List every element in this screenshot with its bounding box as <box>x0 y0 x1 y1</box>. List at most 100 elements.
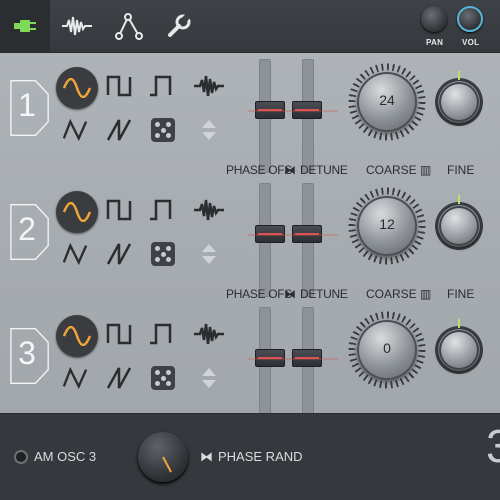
coarse-value: 0 <box>383 340 391 356</box>
square-wave-icon <box>106 199 132 221</box>
sine-wave-icon <box>62 78 92 98</box>
noise-wave-icon <box>194 323 224 345</box>
wave-random-button[interactable] <box>150 365 176 391</box>
up-down-arrows-icon <box>202 368 216 388</box>
pulse-wave-icon <box>150 199 172 221</box>
envelope-icon <box>115 13 143 40</box>
wave-triangle-button[interactable] <box>62 365 88 391</box>
wave-triangle-button[interactable] <box>62 241 88 267</box>
fine-tick <box>458 71 460 80</box>
phase-rand-label: PHASE RAND <box>218 449 303 464</box>
wave-square-button[interactable] <box>106 321 132 347</box>
coarse-label: COARSE <box>366 163 417 177</box>
oscillator-row: 1 24 <box>0 53 500 177</box>
detune-label: DETUNE <box>300 163 348 177</box>
synth-oscillator-panel: PAN VOL 1 24 2 12 3 0 PHASE OFS ⧓ DETUNE… <box>0 0 500 500</box>
saw-wave-icon <box>106 119 132 141</box>
center-line <box>248 234 338 236</box>
triangle-wave-icon <box>62 243 88 265</box>
triangle-wave-icon <box>62 367 88 389</box>
detune-label: DETUNE <box>300 287 348 301</box>
saw-wave-icon <box>106 367 132 389</box>
osc-number: 2 <box>18 211 36 247</box>
pulse-wave-icon <box>150 75 172 97</box>
center-line <box>248 358 338 360</box>
phase-offset-label: PHASE OFS <box>226 163 292 177</box>
center-line <box>248 110 338 112</box>
tab-envelope[interactable] <box>104 0 154 52</box>
pan-label: PAN <box>426 38 444 47</box>
wave-stepper[interactable] <box>196 241 222 267</box>
wave-saw-button[interactable] <box>106 241 132 267</box>
fine-tick <box>458 319 460 328</box>
wave-pulse-button[interactable] <box>148 197 174 223</box>
wave-noise-button[interactable] <box>192 197 226 223</box>
dice-icon <box>151 118 175 142</box>
link-icon: ⧓ <box>200 449 213 464</box>
phase-offset-label: PHASE OFS <box>226 287 292 301</box>
waveform-icon <box>62 16 92 36</box>
coarse-knob[interactable]: 0 <box>357 320 417 380</box>
pulse-wave-icon <box>150 323 172 345</box>
wave-random-button[interactable] <box>150 241 176 267</box>
saw-wave-icon <box>106 243 132 265</box>
tab-plugin[interactable] <box>0 0 50 52</box>
am-osc-label: AM OSC 3 <box>34 449 97 464</box>
up-down-arrows-icon <box>202 120 216 140</box>
osc-number: 3 <box>18 335 36 371</box>
wave-saw-button[interactable] <box>106 365 132 391</box>
wave-stepper[interactable] <box>196 117 222 143</box>
wave-noise-button[interactable] <box>192 73 226 99</box>
fine-knob[interactable] <box>439 206 479 246</box>
am-osc-radio[interactable] <box>14 450 28 464</box>
tab-waveform[interactable] <box>52 0 102 52</box>
volume-label: VOL <box>462 38 480 47</box>
fine-tick <box>458 195 460 204</box>
fine-knob[interactable] <box>439 82 479 122</box>
noise-wave-icon <box>194 199 224 221</box>
up-down-arrows-icon <box>202 244 216 264</box>
wave-noise-button[interactable] <box>192 321 226 347</box>
pan-knob[interactable] <box>421 6 447 32</box>
wave-sine-button[interactable] <box>56 191 98 233</box>
phase-rand-knob[interactable] <box>138 432 188 482</box>
oscillator-row: 2 12 <box>0 177 500 301</box>
dice-icon <box>151 242 175 266</box>
noise-wave-icon <box>194 75 224 97</box>
coarse-value: 24 <box>379 92 395 108</box>
sine-wave-icon <box>62 326 92 346</box>
square-wave-icon <box>106 323 132 345</box>
fine-label: FINE <box>447 163 475 177</box>
link-icon: ⧓ <box>284 287 296 301</box>
fine-knob[interactable] <box>439 330 479 370</box>
wave-saw-button[interactable] <box>106 117 132 143</box>
plug-icon <box>14 20 36 32</box>
coarse-knob[interactable]: 24 <box>357 72 417 132</box>
volume-knob[interactable] <box>457 6 483 32</box>
triangle-wave-icon <box>62 119 88 141</box>
wave-pulse-button[interactable] <box>148 321 174 347</box>
coarse-value: 12 <box>379 216 395 232</box>
dice-icon <box>151 366 175 390</box>
wave-triangle-button[interactable] <box>62 117 88 143</box>
wave-sine-button[interactable] <box>56 315 98 357</box>
osc-number: 1 <box>18 87 36 123</box>
coarse-knob[interactable]: 12 <box>357 196 417 256</box>
wrench-icon <box>168 13 191 37</box>
square-wave-icon <box>106 75 132 97</box>
keyboard-icon[interactable]: ▥ <box>420 163 431 177</box>
wave-pulse-button[interactable] <box>148 73 174 99</box>
oscillator-list: 1 24 2 12 3 0 PHASE OFS ⧓ DETUNE COARSE … <box>0 53 500 421</box>
osc-number-display: 3 <box>486 420 500 472</box>
fine-label: FINE <box>447 287 475 301</box>
wave-random-button[interactable] <box>150 117 176 143</box>
coarse-label: COARSE <box>366 287 417 301</box>
wave-stepper[interactable] <box>196 365 222 391</box>
wave-sine-button[interactable] <box>56 67 98 109</box>
bottom-bar: AM OSC 3 ⧓ PHASE RAND 3 <box>0 413 500 500</box>
wave-square-button[interactable] <box>106 73 132 99</box>
sine-wave-icon <box>62 202 92 222</box>
tab-settings[interactable] <box>154 0 204 52</box>
keyboard-icon[interactable]: ▥ <box>420 287 431 301</box>
wave-square-button[interactable] <box>106 197 132 223</box>
